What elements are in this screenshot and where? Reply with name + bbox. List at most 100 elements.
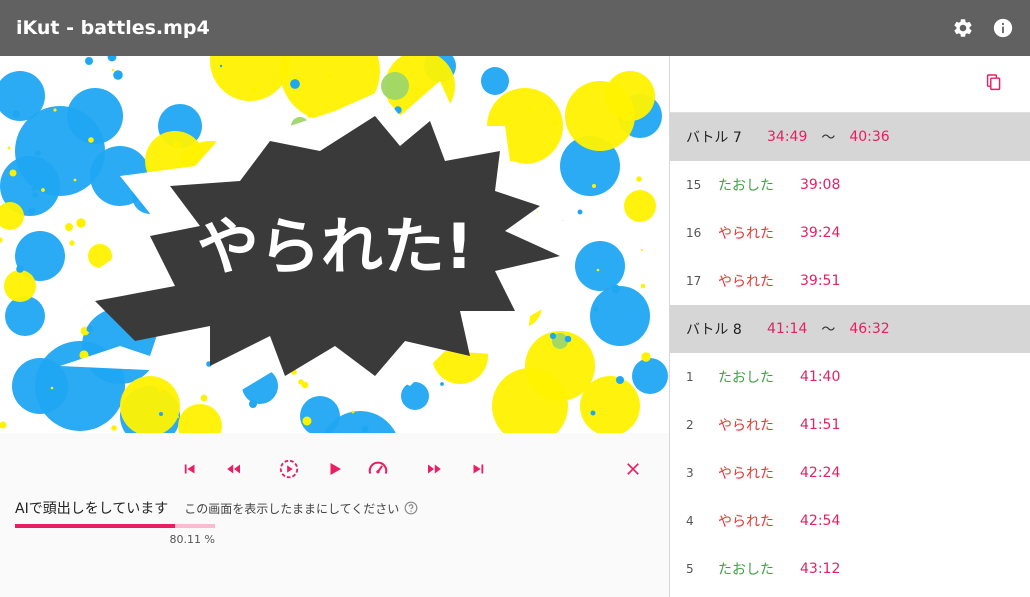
paint-dot [53,108,57,112]
replay-play-button[interactable] [275,454,303,484]
close-button[interactable] [619,454,647,484]
paint-dot [527,106,531,110]
paint-dot [113,70,123,80]
paint-splat [12,358,68,414]
skip-previous-button[interactable] [176,454,204,484]
analysis-status: AIで頭出しをしています この画面を表示したままにしてください [15,498,655,518]
settings-button[interactable] [952,17,974,39]
event-kind: やられた [718,466,774,482]
paint-dot [616,376,624,384]
app-bar: iKut - battles.mp4 [0,0,1030,56]
list-toolbar [670,56,1030,113]
video-frame[interactable]: やられた! [0,56,669,433]
paint-dot [307,112,313,118]
paint-dot [85,57,93,65]
event-row[interactable]: 4 やられた 42:54 [670,497,1030,545]
battle-start-time: 34:49 [767,129,808,145]
gear-icon [954,19,972,37]
paint-splat [632,358,668,394]
event-number: 2 [686,418,694,432]
paint-dot [611,284,621,294]
paint-dot [195,430,199,433]
battle-name: バトル 7 [686,130,742,146]
event-row[interactable]: 15 たおした 39:08 [670,161,1030,209]
paint-dot [351,410,355,414]
play-icon [330,463,341,475]
event-time: 41:40 [800,369,841,385]
paint-dot [73,178,77,182]
fast-forward-button[interactable] [420,454,448,484]
paint-splat [381,72,409,100]
header-actions [952,17,1014,39]
paint-dot [7,146,11,150]
paint-dot [298,379,304,385]
skip-next-button[interactable] [464,454,492,484]
event-kind: やられた [718,274,774,290]
paint-dot [290,79,300,89]
event-number: 4 [686,514,694,528]
event-time: 39:51 [800,273,841,289]
paint-splat [67,88,123,144]
battle-header[interactable]: バトル 7 34:49 〜 40:36 [670,113,1030,161]
paint-dot [641,352,651,362]
event-number: 5 [686,562,694,576]
paint-dot [590,410,596,416]
rewind-button[interactable] [220,454,248,484]
paint-dot [640,283,646,289]
speedometer-icon [368,461,388,474]
help-button[interactable] [404,501,418,515]
replay-play-icon [279,459,299,479]
info-button[interactable] [992,17,1014,39]
paint-dot [440,382,444,386]
event-time: 41:51 [800,417,841,433]
event-row[interactable]: 2 やられた 41:51 [670,401,1030,449]
paint-dot [157,386,163,392]
paint-dot [361,425,369,433]
paint-dot [368,62,374,68]
battle-end-time: 46:32 [849,321,890,337]
fast-forward-icon [428,464,441,474]
battle-start-time: 41:14 [767,321,808,337]
paint-dot [549,332,557,340]
copy-icon [986,74,1001,91]
event-number: 17 [686,274,702,288]
battle-list-panel: バトル 7 34:49 〜 40:36 15 たおした 39:08 16 やられた 39:24 17… [670,56,1030,597]
copy-button[interactable] [986,74,1002,92]
event-time: 39:24 [800,225,841,241]
event-row[interactable]: 1 たおした 41:40 [670,353,1030,401]
paint-dot [173,141,181,149]
battle-header[interactable]: バトル 8 41:14 〜 46:32 [670,305,1030,353]
paint-dot [302,416,312,426]
paint-dot [69,240,75,246]
paint-dot [577,209,583,215]
event-row[interactable]: 5 たおした 43:12 [670,545,1030,593]
event-row[interactable]: 3 やられた 42:24 [670,449,1030,497]
paint-dot [16,265,24,273]
paint-dot [592,184,596,188]
event-kind: たおした [718,562,774,578]
app-title: iKut - battles.mp4 [16,17,210,39]
paint-dot [249,400,257,408]
help-circle-icon [404,501,418,515]
paint-dot [32,192,38,198]
event-row[interactable]: 16 やられた 39:24 [670,209,1030,257]
paint-dot [35,150,41,156]
paint-dot [552,120,558,126]
speed-button[interactable] [364,454,392,484]
player-panel: やられた! AIで頭出しをしています この画面を表示したままにしてください 80… [0,56,669,597]
event-number: 15 [686,178,702,192]
play-button[interactable] [321,454,349,484]
paint-splat [624,190,656,222]
paint-dot [636,176,642,182]
event-time: 42:24 [800,465,841,481]
video-caption: やられた! [197,210,473,283]
paint-dot [111,68,115,72]
event-time: 42:54 [800,513,841,529]
event-row[interactable]: 17 やられた 39:51 [670,257,1030,305]
paint-dot [123,169,127,173]
paint-dot [28,207,36,215]
battle-end-time: 40:36 [849,129,890,145]
paint-splat [5,296,45,336]
battle-list: バトル 7 34:49 〜 40:36 15 たおした 39:08 16 やられた 39:24 17… [670,113,1030,593]
paint-dot [414,86,420,92]
